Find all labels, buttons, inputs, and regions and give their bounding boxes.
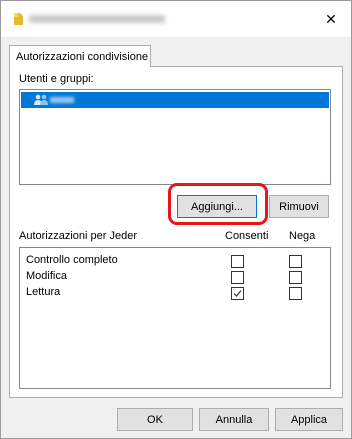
cancel-button-label: Annulla [215,413,253,426]
close-button[interactable]: ✕ [311,1,351,37]
title-bar: ✕ [1,1,351,37]
apply-button[interactable]: Applica [275,408,343,431]
ok-button[interactable]: OK [117,408,193,431]
permission-name: Controllo completo [26,254,118,266]
tab-share-permissions[interactable]: Autorizzazioni condivisione [9,45,151,67]
deny-checkbox[interactable] [289,255,302,268]
column-allow-header: Consenti [225,230,269,242]
properties-dialog: ✕ Autorizzazioni condivisione Utenti e g… [0,0,352,439]
add-button[interactable]: Aggiungi... [177,195,257,218]
remove-button-label: Rimuovi [279,200,319,213]
allow-checkbox[interactable] [231,271,244,284]
allow-checkbox[interactable] [231,255,244,268]
column-deny-header: Nega [289,230,316,242]
permission-row-read: Lettura [20,284,330,302]
permission-name: Modifica [26,270,67,282]
users-groups-list[interactable] [19,89,331,185]
group-users-icon [34,94,48,105]
cancel-button[interactable]: Annulla [199,408,269,431]
list-item-selected[interactable] [21,92,329,108]
users-label: Utenti e gruppi: [19,73,94,85]
permissions-label: Autorizzazioni per Jeder [19,230,138,242]
ok-button-label: OK [147,413,163,426]
folder-icon [14,13,23,25]
deny-checkbox[interactable] [289,271,302,284]
apply-button-label: Applica [290,413,328,426]
window-title [29,15,165,23]
tab-label: Autorizzazioni condivisione [16,51,149,63]
deny-checkbox[interactable] [289,287,302,300]
user-name [50,97,74,103]
permissions-list: Controllo completo Modifica Lettura [19,247,331,389]
allow-checkbox[interactable] [231,287,244,300]
add-button-label: Aggiungi... [191,200,243,213]
permission-name: Lettura [26,286,61,298]
close-icon: ✕ [325,10,337,27]
remove-button[interactable]: Rimuovi [269,195,329,218]
checkmark-icon [233,290,242,297]
